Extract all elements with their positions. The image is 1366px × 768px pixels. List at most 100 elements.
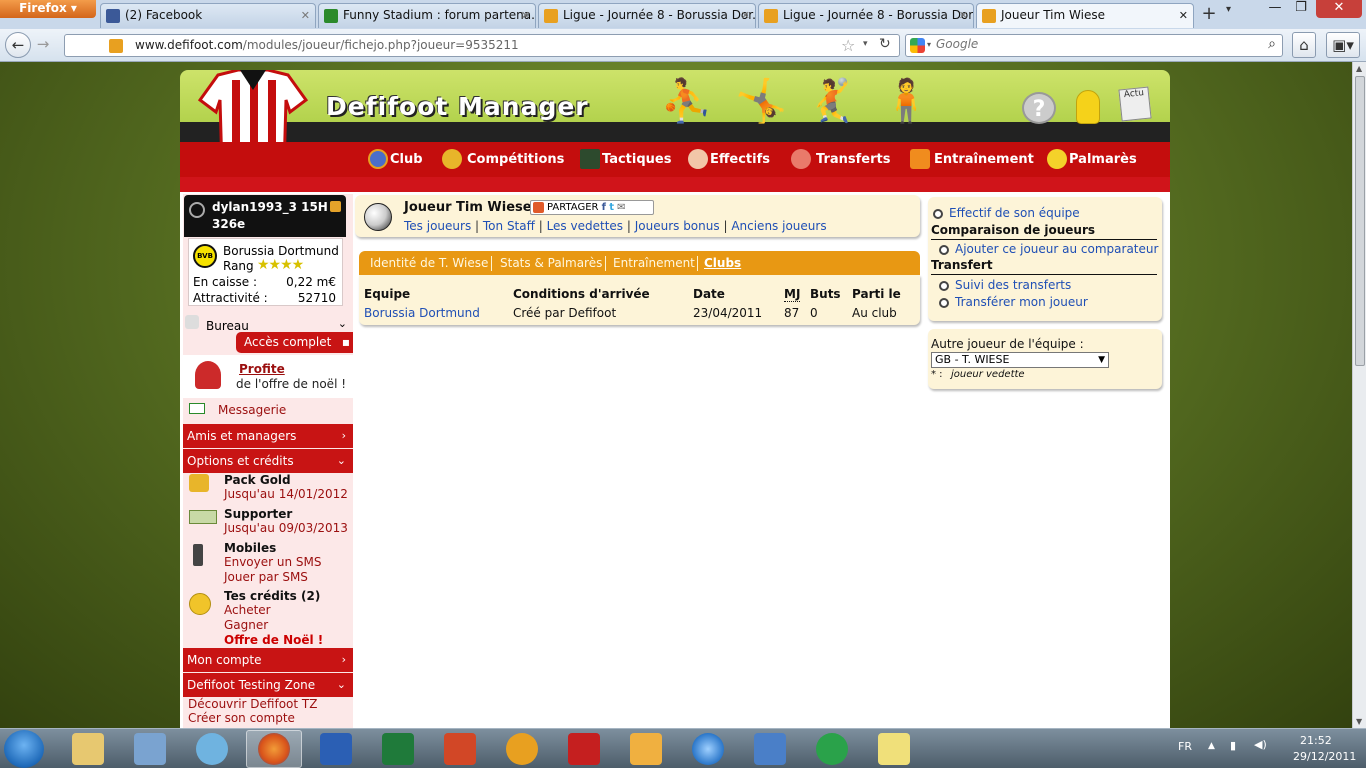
gagner-link[interactable]: Gagner	[224, 618, 268, 632]
addons-icon[interactable]: ▣▾	[1326, 32, 1360, 58]
start-button[interactable]	[4, 730, 44, 768]
effectif-equipe-link[interactable]: Effectif de son équipe	[949, 206, 1080, 220]
offre-noel-link[interactable]: Offre de Noël !	[224, 633, 323, 647]
creer-compte-link[interactable]: Créer son compte	[188, 711, 295, 725]
powerpoint-icon[interactable]	[444, 733, 476, 765]
menu-effectifs[interactable]: Effectifs	[688, 149, 770, 169]
envoyer-sms-link[interactable]: Envoyer un SMS	[224, 555, 321, 569]
clock-time[interactable]: 21:52	[1300, 734, 1332, 747]
firefox-menu-button[interactable]: Firefox ▾	[0, 0, 96, 18]
sticky-notes-icon[interactable]	[878, 733, 910, 765]
maximize-icon[interactable]: ❐	[1290, 0, 1312, 18]
search-engine-dropdown-icon[interactable]: ▾	[927, 40, 931, 49]
menu-tactiques[interactable]: Tactiques	[580, 149, 671, 169]
acces-complet-button[interactable]: Accès complet ▪	[236, 332, 353, 353]
forward-icon[interactable]: →	[32, 32, 54, 58]
messagerie-row[interactable]: Messagerie	[183, 400, 353, 422]
show-hidden-icons-icon[interactable]: ▲	[1208, 741, 1215, 751]
facebook-share-icon[interactable]: f	[602, 202, 606, 213]
email-share-icon[interactable]: ✉	[617, 202, 625, 213]
share-button[interactable]: PARTAGER f t ✉	[530, 200, 654, 215]
menu-club[interactable]: Club	[368, 149, 423, 169]
tools-icon[interactable]	[134, 733, 166, 765]
edit-icon[interactable]	[330, 201, 341, 212]
options-credits-header[interactable]: Options et crédits ⌄	[183, 449, 353, 473]
explorer-icon[interactable]	[72, 733, 104, 765]
menu-palmares[interactable]: Palmarès	[1047, 149, 1137, 169]
media-player-icon[interactable]	[630, 733, 662, 765]
jouer-sms-link[interactable]: Jouer par SMS	[224, 570, 308, 584]
news-icon[interactable]: Actu	[1118, 86, 1152, 122]
network-tray-icon[interactable]: ▮	[1230, 739, 1236, 752]
acrobat-icon[interactable]	[568, 733, 600, 765]
close-window-icon[interactable]: ✕	[1316, 0, 1362, 18]
twitter-share-icon[interactable]: t	[609, 202, 614, 213]
search-bar[interactable]: ▾ ⌕	[905, 34, 1283, 57]
tab-funny-stadium[interactable]: Funny Stadium : forum partena... ✕	[318, 3, 536, 28]
tab-ligue-2[interactable]: Ligue - Journée 8 - Borussia Dor... ✕	[758, 3, 974, 28]
mon-compte-header[interactable]: Mon compte ›	[183, 648, 353, 672]
minimize-icon[interactable]: —	[1264, 0, 1286, 18]
snipping-tool-icon[interactable]	[754, 733, 786, 765]
joueurs-bonus-link[interactable]: Joueurs bonus	[635, 219, 720, 233]
tab-ligue-1[interactable]: Ligue - Journée 8 - Borussia Dor... ✕	[538, 3, 756, 28]
tab-joueur-tim-wiese[interactable]: Joueur Tim Wiese ✕	[976, 3, 1194, 28]
transferer-joueur-link[interactable]: Transférer mon joueur	[955, 295, 1088, 309]
excel-icon[interactable]	[382, 733, 414, 765]
ajouter-comparateur-link[interactable]: Ajouter ce joueur au comparateur	[955, 242, 1158, 256]
language-indicator[interactable]: FR	[1178, 740, 1192, 753]
testing-zone-header[interactable]: Defifoot Testing Zone ⌄	[183, 673, 353, 697]
home-icon[interactable]: ⌂	[1292, 32, 1316, 58]
tab-stats-palmares[interactable]: Stats & Palmarès	[500, 256, 602, 270]
url-bar[interactable]: www.defifoot.com/modules/joueur/fichejo.…	[64, 34, 900, 57]
page-scrollbar[interactable]: ▲ ▼	[1352, 62, 1366, 728]
search-icon[interactable]: ⌕	[1268, 36, 1276, 52]
menu-competitions[interactable]: Compétitions	[442, 149, 564, 169]
lightbulb-icon[interactable]	[1076, 90, 1100, 124]
utorrent-icon[interactable]	[816, 733, 848, 765]
tab-identite[interactable]: Identité de T. Wiese	[370, 256, 488, 270]
les-vedettes-link[interactable]: Les vedettes	[547, 219, 623, 233]
club-name[interactable]: Borussia Dortmund	[223, 244, 339, 258]
new-tab-button[interactable]: +	[1196, 4, 1222, 26]
decouvrir-tz-link[interactable]: Découvrir Defifoot TZ	[188, 697, 317, 711]
site-identity-icon[interactable]	[109, 39, 123, 53]
ton-staff-link[interactable]: Ton Staff	[483, 219, 535, 233]
close-tab-icon[interactable]: ✕	[741, 4, 750, 27]
tab-entrainement[interactable]: Entraînement	[613, 256, 695, 270]
close-tab-icon[interactable]: ✕	[521, 4, 530, 27]
menu-entrainement[interactable]: Entraînement	[910, 149, 1034, 169]
scrollbar-thumb[interactable]	[1355, 76, 1365, 366]
outlook-icon[interactable]	[506, 733, 538, 765]
reload-icon[interactable]: ↻	[879, 36, 891, 52]
search-input[interactable]	[936, 37, 1256, 51]
tab-clubs[interactable]: Clubs	[704, 256, 741, 270]
close-tab-icon[interactable]: ✕	[1179, 4, 1188, 27]
back-icon[interactable]: ←	[5, 32, 31, 58]
help-icon[interactable]: ?	[1022, 92, 1056, 124]
itunes-icon[interactable]	[692, 733, 724, 765]
acheter-link[interactable]: Acheter	[224, 603, 271, 617]
firefox-icon[interactable]	[258, 733, 290, 765]
close-tab-icon[interactable]: ✕	[959, 4, 968, 27]
amis-managers-header[interactable]: Amis et managers ›	[183, 424, 353, 448]
suivi-transferts-link[interactable]: Suivi des transferts	[955, 278, 1071, 292]
network-users-icon[interactable]	[196, 733, 228, 765]
cell-equipe-link[interactable]: Borussia Dortmund	[364, 306, 480, 320]
profite-link[interactable]: Profite	[239, 362, 285, 376]
clock-date[interactable]: 29/12/2011	[1293, 750, 1356, 763]
user-name[interactable]: dylan1993_3 15H	[212, 200, 328, 214]
bureau-label[interactable]: Bureau	[206, 319, 249, 333]
bookmark-star-icon[interactable]: ☆	[841, 36, 855, 55]
power-icon[interactable]	[189, 202, 205, 218]
close-tab-icon[interactable]: ✕	[301, 4, 310, 27]
history-dropdown-icon[interactable]: ▾	[863, 39, 868, 49]
autre-joueur-select[interactable]: GB - T. WIESE ▼	[931, 352, 1109, 368]
chevron-down-icon[interactable]: ⌄	[338, 317, 347, 330]
word-icon[interactable]	[320, 733, 352, 765]
tes-joueurs-link[interactable]: Tes joueurs	[404, 219, 471, 233]
anciens-joueurs-link[interactable]: Anciens joueurs	[731, 219, 826, 233]
tab-list-icon[interactable]: ▾	[1226, 4, 1231, 15]
google-icon[interactable]	[910, 38, 925, 53]
volume-icon[interactable]: ◀)	[1254, 738, 1267, 751]
